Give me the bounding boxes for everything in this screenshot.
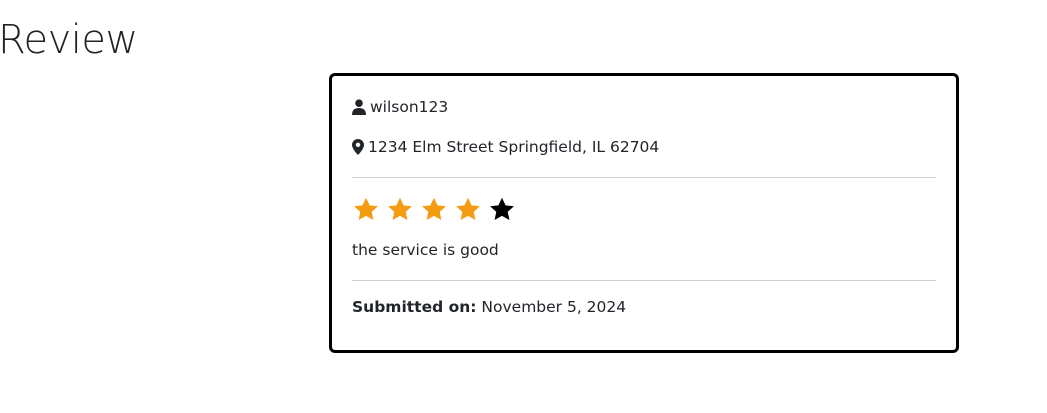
reviewer-row: wilson123 xyxy=(352,98,448,116)
submitted-on: Submitted on: November 5, 2024 xyxy=(352,298,626,316)
address-row: 1234 Elm Street Springfield, IL 62704 xyxy=(352,138,659,156)
submitted-label: Submitted on: xyxy=(352,298,477,316)
star-filled-icon xyxy=(354,197,378,221)
star-filled-icon xyxy=(388,197,412,221)
map-marker-icon xyxy=(352,139,364,155)
submitted-date: November 5, 2024 xyxy=(481,298,627,316)
page-title: Review xyxy=(0,17,138,63)
star-empty-icon xyxy=(490,197,514,221)
review-card: wilson123 1234 Elm Street Springfield, I… xyxy=(329,73,959,353)
review-comment: the service is good xyxy=(352,241,499,259)
star-filled-icon xyxy=(456,197,480,221)
user-icon xyxy=(352,99,366,115)
reviewer-username: wilson123 xyxy=(370,98,449,116)
review-address: 1234 Elm Street Springfield, IL 62704 xyxy=(368,138,660,156)
divider xyxy=(352,177,936,178)
star-filled-icon xyxy=(422,197,446,221)
star-rating xyxy=(352,196,516,224)
divider xyxy=(352,280,936,281)
